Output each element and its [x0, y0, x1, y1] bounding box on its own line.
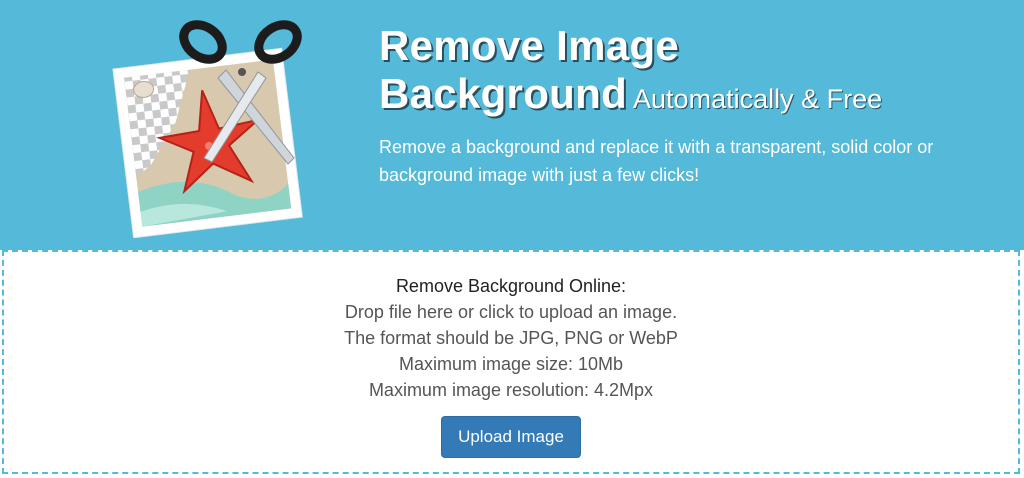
page-title-line-2: Background Automatically & Free [379, 70, 979, 123]
hero-description: Remove a background and replace it with … [379, 137, 934, 185]
upload-instruction: Drop file here or click to upload an ima… [344, 302, 678, 322]
page-title-main: Background [379, 70, 628, 117]
page-title-line-1: Remove Image [379, 22, 680, 69]
format-info: The format should be JPG, PNG or WebP [344, 328, 678, 348]
page-subtitle: Automatically & Free [633, 84, 883, 114]
hero-text: Remove Image Background Automatically & F… [379, 22, 979, 189]
hero-banner: Remove Image Background Automatically & F… [0, 0, 1024, 250]
max-size-info: Maximum image size: 10Mb [398, 354, 624, 374]
scissors-photo-starfish-icon [112, 20, 303, 238]
max-resolution-info: Maximum image resolution: 4.2Mpx [368, 380, 654, 400]
upload-heading: Remove Background Online: [395, 276, 627, 296]
file-drop-zone[interactable]: Remove Background Online: Drop file here… [2, 250, 1020, 474]
upload-image-button[interactable]: Upload Image [441, 416, 581, 458]
